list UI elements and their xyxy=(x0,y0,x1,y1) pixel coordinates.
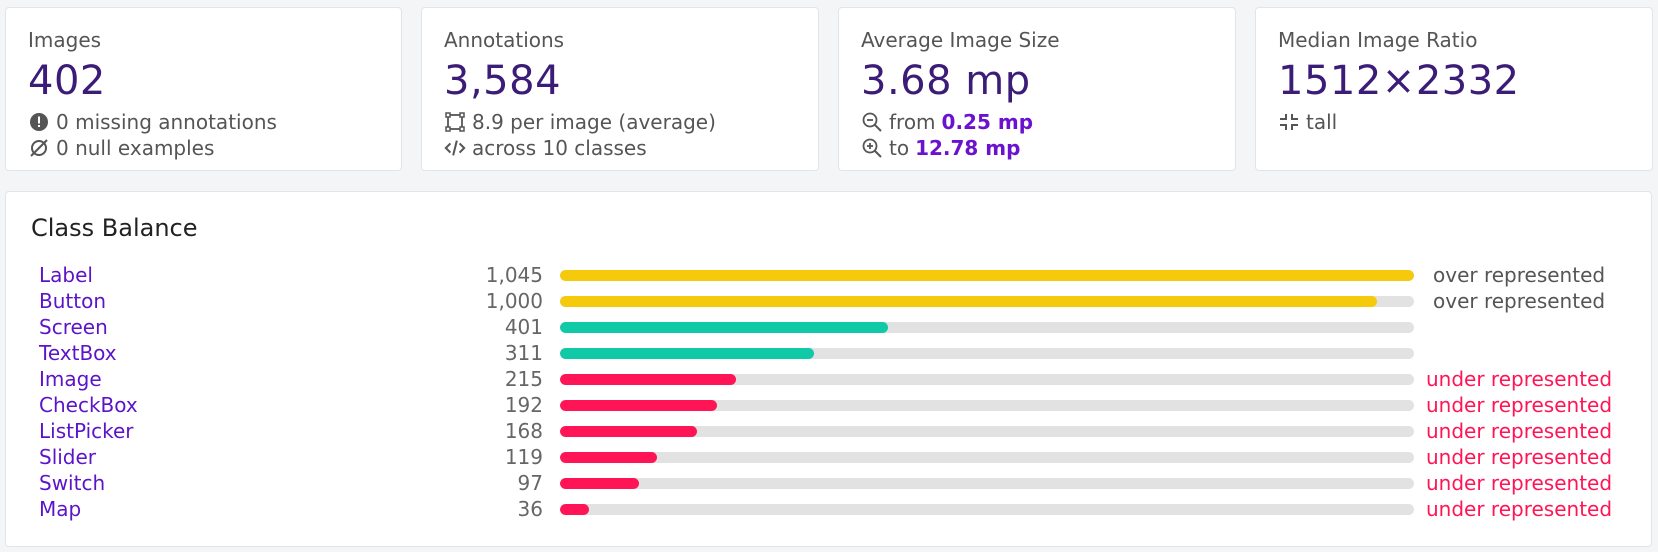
class-name-link[interactable]: Slider xyxy=(39,444,96,470)
class-name-link[interactable]: Screen xyxy=(39,314,108,340)
class-name-link[interactable]: Image xyxy=(39,366,102,392)
avg-size-label: Average Image Size xyxy=(861,28,1060,52)
avg-size-card: Average Image Size 3.68 mp from 0.25 mp … xyxy=(838,7,1236,171)
max-size-line: to 12.78 mp xyxy=(861,136,1020,160)
class-name-link[interactable]: CheckBox xyxy=(39,392,138,418)
classes-text: across 10 classes xyxy=(472,136,647,160)
min-size-prefix: from xyxy=(889,110,936,134)
class-row: Label 1,045 over represented xyxy=(6,262,1651,288)
max-size-value: 12.78 mp xyxy=(915,136,1021,160)
class-name-link[interactable]: Button xyxy=(39,288,106,314)
class-bar-track xyxy=(560,478,1414,489)
class-bar-fill xyxy=(560,504,590,515)
class-count: 401 xyxy=(504,315,543,339)
class-row: Screen 401 xyxy=(6,314,1651,340)
class-bar-fill xyxy=(560,296,1378,307)
zoom-in-icon xyxy=(861,137,883,159)
missing-annotations-line: 0 missing annotations xyxy=(28,110,277,134)
class-count: 311 xyxy=(504,341,543,365)
class-count: 36 xyxy=(517,497,543,521)
aspect-line: tall xyxy=(1278,110,1337,134)
per-image-line: 8.9 per image (average) xyxy=(444,110,716,134)
class-bar-track xyxy=(560,504,1414,515)
class-bar-fill xyxy=(560,270,1414,281)
code-icon xyxy=(444,137,466,159)
class-bar-track xyxy=(560,322,1414,333)
missing-annotations-text: 0 missing annotations xyxy=(56,110,277,134)
class-row: CheckBox 192 under represented xyxy=(6,392,1651,418)
images-value: 402 xyxy=(28,58,106,104)
class-balance-card: Class Balance Label 1,045 over represented… xyxy=(5,191,1652,547)
median-ratio-value: 1512×2332 xyxy=(1278,58,1520,104)
class-row: TextBox 311 xyxy=(6,340,1651,366)
class-row: Slider 119 under represented xyxy=(6,444,1651,470)
class-row: ListPicker 168 under represented xyxy=(6,418,1651,444)
class-row: Button 1,000 over represented xyxy=(6,288,1651,314)
class-status: under represented xyxy=(1426,393,1613,417)
class-bar-track xyxy=(560,270,1414,281)
class-bar-fill xyxy=(560,478,640,489)
median-ratio-card: Median Image Ratio 1512×2332 tall xyxy=(1255,7,1653,171)
class-count: 168 xyxy=(504,419,543,443)
annotations-value: 3,584 xyxy=(444,58,562,104)
class-row: Switch 97 under represented xyxy=(6,470,1651,496)
class-count: 1,000 xyxy=(485,289,543,313)
null-icon xyxy=(28,137,50,159)
class-row: Image 215 under represented xyxy=(6,366,1651,392)
classes-line: across 10 classes xyxy=(444,136,647,160)
class-status: over represented xyxy=(1433,263,1606,287)
class-name-link[interactable]: Switch xyxy=(39,470,105,496)
max-size-prefix: to xyxy=(889,136,910,160)
images-card: Images 402 0 missing annotations 0 null … xyxy=(5,7,402,171)
avg-size-value: 3.68 mp xyxy=(861,58,1031,104)
class-name-link[interactable]: Label xyxy=(39,262,93,288)
min-size-line: from 0.25 mp xyxy=(861,110,1033,134)
class-name-link[interactable]: ListPicker xyxy=(39,418,134,444)
class-status: under represented xyxy=(1426,367,1613,391)
class-bar-track xyxy=(560,452,1414,463)
aspect-text: tall xyxy=(1306,110,1338,134)
class-status: under represented xyxy=(1426,497,1613,521)
images-label: Images xyxy=(28,28,102,52)
class-status: under represented xyxy=(1426,445,1613,469)
class-bar-fill xyxy=(560,348,815,359)
class-count: 192 xyxy=(504,393,543,417)
class-bar-track xyxy=(560,374,1414,385)
per-image-text: 8.9 per image (average) xyxy=(472,110,716,134)
median-ratio-label: Median Image Ratio xyxy=(1278,28,1478,52)
class-bar-track xyxy=(560,400,1414,411)
class-count: 119 xyxy=(504,445,543,469)
class-count: 97 xyxy=(517,471,543,495)
bounding-box-icon xyxy=(444,111,466,133)
class-count: 1,045 xyxy=(485,263,543,287)
class-bar-track xyxy=(560,426,1414,437)
zoom-out-icon xyxy=(861,111,883,133)
exclamation-circle-icon xyxy=(28,111,50,133)
class-status: under represented xyxy=(1426,419,1613,443)
class-bar-track xyxy=(560,348,1414,359)
null-examples-text: 0 null examples xyxy=(56,136,215,160)
class-bar-fill xyxy=(560,426,698,437)
min-size-value: 0.25 mp xyxy=(941,110,1034,134)
annotations-label: Annotations xyxy=(444,28,565,52)
class-bar-track xyxy=(560,296,1414,307)
class-count: 215 xyxy=(504,367,543,391)
null-examples-line: 0 null examples xyxy=(28,136,214,160)
compress-icon xyxy=(1278,111,1300,133)
class-bar-fill xyxy=(560,400,717,411)
class-row: Map 36 under represented xyxy=(6,496,1651,522)
class-bar-fill xyxy=(560,452,658,463)
class-bar-fill xyxy=(560,322,888,333)
class-bar-fill xyxy=(560,374,736,385)
class-name-link[interactable]: Map xyxy=(39,496,81,522)
annotations-card: Annotations 3,584 8.9 per image (average… xyxy=(421,7,819,171)
class-status: under represented xyxy=(1426,471,1613,495)
class-balance-title: Class Balance xyxy=(31,214,198,242)
class-name-link[interactable]: TextBox xyxy=(39,340,117,366)
class-status: over represented xyxy=(1433,289,1606,313)
